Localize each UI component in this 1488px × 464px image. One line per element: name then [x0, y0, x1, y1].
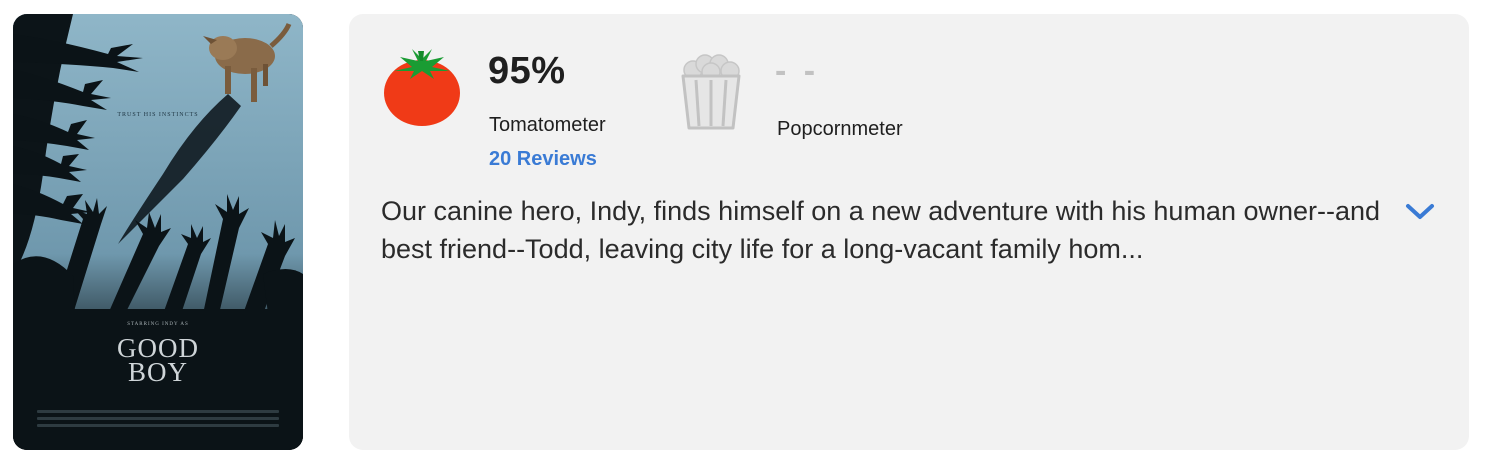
synopsis-text: Our canine hero, Indy, finds himself on …	[381, 196, 1381, 264]
poster-title-line2: BOY	[127, 357, 188, 387]
movie-poster[interactable]: TRUST HIS INSTINCTS STARRING INDY AS GOO…	[13, 14, 303, 450]
popcornmeter-score: - -	[775, 52, 820, 90]
popcorn-bucket-icon	[681, 54, 741, 130]
media-overview: TRUST HIS INSTINCTS STARRING INDY AS GOO…	[0, 0, 1488, 464]
chevron-down-icon[interactable]	[1404, 200, 1436, 224]
poster-credits-block	[37, 406, 279, 430]
poster-starring: STARRING INDY AS	[127, 322, 189, 327]
tomatometer-label: Tomatometer	[489, 114, 606, 136]
tomatometer-score: 95%	[488, 50, 566, 92]
popcornmeter-label: Popcornmeter	[777, 118, 903, 140]
poster-title: GOOD BOY	[13, 335, 303, 387]
poster-tagline: TRUST HIS INSTINCTS	[117, 112, 199, 118]
tomato-icon	[384, 49, 460, 126]
reviews-link[interactable]: 20 Reviews	[489, 148, 597, 171]
score-card: 95% Tomatometer 20 Reviews - - Popcornme…	[349, 14, 1469, 450]
